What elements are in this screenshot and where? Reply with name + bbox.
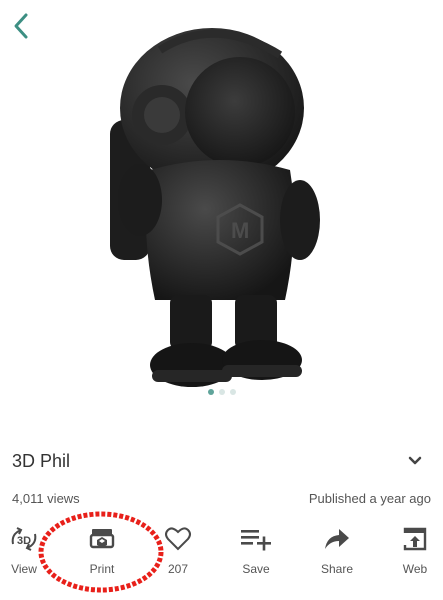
print-label: Print bbox=[89, 562, 115, 576]
save-label: Save bbox=[242, 562, 270, 576]
back-button[interactable] bbox=[6, 8, 36, 44]
expand-details-button[interactable] bbox=[405, 451, 425, 471]
model-hero: M bbox=[0, 0, 443, 410]
model-meta-row: 4,011 views Published a year ago bbox=[12, 488, 431, 508]
playlist-add-icon bbox=[241, 530, 271, 551]
view-3d-icon-text: 3D bbox=[17, 535, 31, 547]
chevron-down-icon bbox=[408, 456, 422, 465]
action-bar: 3D View Print 207 Save Share Web bbox=[0, 524, 443, 584]
svg-text:M: M bbox=[231, 218, 249, 243]
model-preview-image[interactable]: M bbox=[100, 10, 340, 395]
view-3d-button[interactable]: 3D View bbox=[0, 524, 54, 580]
carousel-dot[interactable] bbox=[218, 389, 225, 395]
heart-icon bbox=[165, 527, 191, 551]
print-button[interactable]: Print bbox=[72, 524, 132, 580]
view-3d-label: View bbox=[11, 562, 37, 576]
open-web-button[interactable]: Web bbox=[385, 524, 443, 580]
like-button[interactable]: 207 bbox=[148, 524, 208, 580]
like-count: 207 bbox=[167, 562, 189, 576]
model-title: 3D Phil bbox=[12, 450, 71, 471]
share-label: Share bbox=[320, 562, 354, 576]
printer-icon bbox=[89, 529, 115, 549]
carousel-dot[interactable] bbox=[229, 389, 236, 395]
save-button[interactable]: Save bbox=[226, 524, 286, 580]
carousel-dot[interactable] bbox=[207, 389, 214, 395]
web-label: Web bbox=[402, 562, 428, 576]
share-button[interactable]: Share bbox=[307, 524, 367, 580]
model-title-row: 3D Phil bbox=[12, 447, 425, 475]
open-in-web-icon bbox=[403, 527, 427, 551]
chevron-left-icon bbox=[14, 13, 28, 39]
view-count: 4,011 views bbox=[12, 490, 80, 506]
share-arrow-icon bbox=[325, 529, 349, 549]
carousel-indicator bbox=[0, 389, 443, 395]
published-date: Published a year ago bbox=[308, 490, 431, 506]
rotate-3d-icon: 3D bbox=[11, 527, 37, 551]
